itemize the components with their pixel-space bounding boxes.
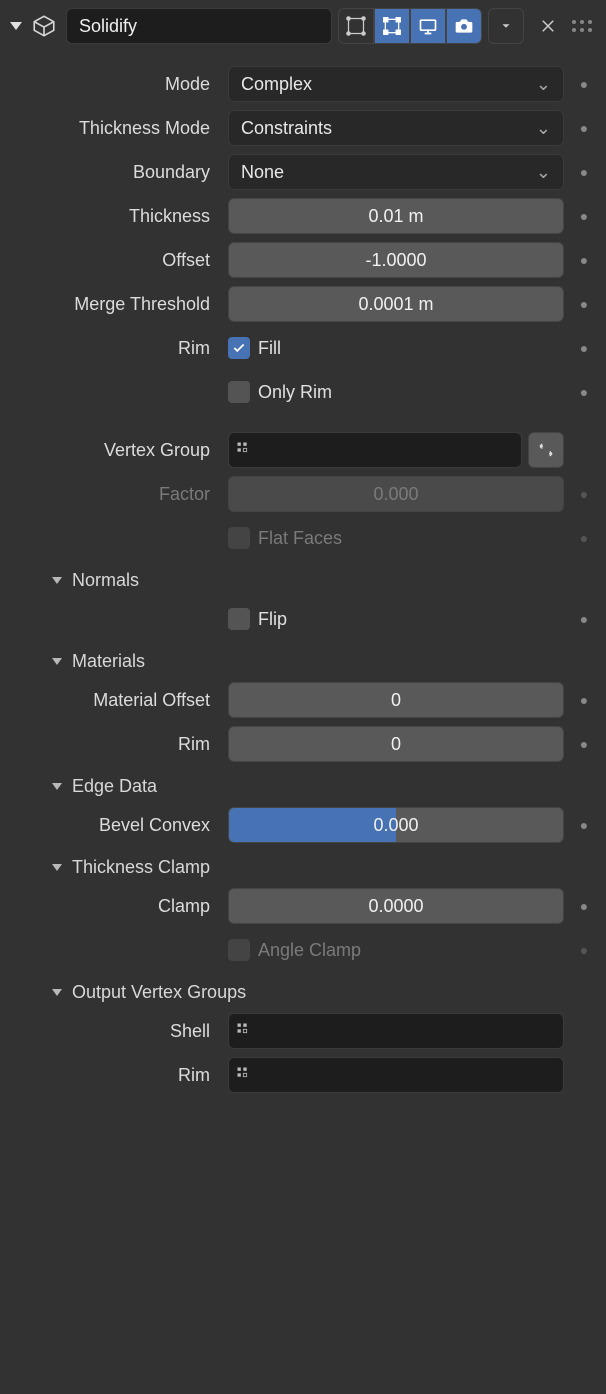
render-toggle[interactable]	[446, 8, 482, 44]
chevron-down-icon: ⌄	[536, 162, 551, 183]
rim-label: Rim	[10, 338, 220, 359]
ovg-rim-label: Rim	[10, 1065, 220, 1086]
decorator-dot	[572, 942, 596, 958]
shell-vg-field[interactable]	[228, 1013, 564, 1049]
offset-label: Offset	[10, 250, 220, 271]
decorator-dot[interactable]	[572, 296, 596, 312]
edge-data-header[interactable]: Edge Data	[4, 766, 602, 803]
chevron-down-icon	[52, 658, 62, 665]
bevel-convex-field[interactable]: 0.000	[228, 807, 564, 843]
clamp-label: Clamp	[10, 896, 220, 917]
vertex-group-label: Vertex Group	[10, 440, 220, 461]
flip-checkbox[interactable]	[228, 608, 250, 630]
vertex-group-icon	[235, 440, 255, 460]
decorator-dot[interactable]	[572, 611, 596, 627]
mode-dropdown[interactable]: Complex⌄	[228, 66, 564, 102]
realtime-toggle[interactable]	[410, 8, 446, 44]
flat-faces-label: Flat Faces	[258, 528, 342, 549]
modifier-name-text: Solidify	[79, 16, 137, 37]
material-offset-label: Material Offset	[10, 690, 220, 711]
decorator-dot	[572, 530, 596, 546]
thickness-clamp-header[interactable]: Thickness Clamp	[4, 847, 602, 884]
modifier-header: Solidify	[4, 4, 602, 48]
chevron-down-icon: ⌄	[536, 74, 551, 95]
angle-clamp-checkbox	[228, 939, 250, 961]
boundary-label: Boundary	[10, 162, 220, 183]
close-button[interactable]	[530, 8, 566, 44]
modifier-name-input[interactable]: Solidify	[66, 8, 332, 44]
boundary-dropdown[interactable]: None⌄	[228, 154, 564, 190]
chevron-down-icon	[52, 577, 62, 584]
materials-header[interactable]: Materials	[4, 641, 602, 678]
mode-label: Mode	[10, 74, 220, 95]
vg-invert-button[interactable]	[528, 432, 564, 468]
only-rim-checkbox[interactable]	[228, 381, 250, 403]
decorator-dot[interactable]	[572, 817, 596, 833]
fill-checkbox[interactable]	[228, 337, 250, 359]
decorator-dot[interactable]	[572, 384, 596, 400]
shell-label: Shell	[10, 1021, 220, 1042]
merge-threshold-label: Merge Threshold	[10, 294, 220, 315]
vertex-group-icon	[235, 1021, 255, 1041]
decorator-dot[interactable]	[572, 208, 596, 224]
chevron-down-icon	[52, 989, 62, 996]
expand-icon[interactable]	[10, 22, 22, 30]
decorator-dot[interactable]	[572, 736, 596, 752]
chevron-down-icon	[52, 864, 62, 871]
decorator-dot	[572, 486, 596, 502]
bevel-convex-label: Bevel Convex	[10, 815, 220, 836]
chevron-down-icon: ⌄	[536, 118, 551, 139]
decorator-dot[interactable]	[572, 898, 596, 914]
vertex-group-icon	[235, 1065, 255, 1085]
clamp-field[interactable]: 0.0000	[228, 888, 564, 924]
drag-handle[interactable]	[572, 20, 596, 32]
flip-label: Flip	[258, 609, 287, 630]
offset-field[interactable]: -1.0000	[228, 242, 564, 278]
thickness-mode-label: Thickness Mode	[10, 118, 220, 139]
flat-faces-checkbox	[228, 527, 250, 549]
rim-vg-field[interactable]	[228, 1057, 564, 1093]
on-cage-toggle[interactable]	[338, 8, 374, 44]
thickness-mode-dropdown[interactable]: Constraints⌄	[228, 110, 564, 146]
solidify-icon	[28, 10, 60, 42]
factor-field: 0.000	[228, 476, 564, 512]
thickness-field[interactable]: 0.01 m	[228, 198, 564, 234]
edit-mode-toggle[interactable]	[374, 8, 410, 44]
factor-label: Factor	[10, 484, 220, 505]
decorator-dot[interactable]	[572, 120, 596, 136]
vertex-group-field[interactable]	[228, 432, 522, 468]
decorator-dot[interactable]	[572, 340, 596, 356]
angle-clamp-label: Angle Clamp	[258, 940, 361, 961]
material-offset-field[interactable]: 0	[228, 682, 564, 718]
merge-threshold-field[interactable]: 0.0001 m	[228, 286, 564, 322]
decorator-dot[interactable]	[572, 164, 596, 180]
material-rim-field[interactable]: 0	[228, 726, 564, 762]
output-vg-header[interactable]: Output Vertex Groups	[4, 972, 602, 1009]
fill-label: Fill	[258, 338, 281, 359]
decorator-dot[interactable]	[572, 76, 596, 92]
decorator-dot[interactable]	[572, 692, 596, 708]
decorator-dot[interactable]	[572, 252, 596, 268]
chevron-down-icon	[52, 783, 62, 790]
material-rim-label: Rim	[10, 734, 220, 755]
normals-header[interactable]: Normals	[4, 560, 602, 597]
extras-menu[interactable]	[488, 8, 524, 44]
only-rim-label: Only Rim	[258, 382, 332, 403]
visibility-toggles	[338, 8, 482, 44]
thickness-label: Thickness	[10, 206, 220, 227]
